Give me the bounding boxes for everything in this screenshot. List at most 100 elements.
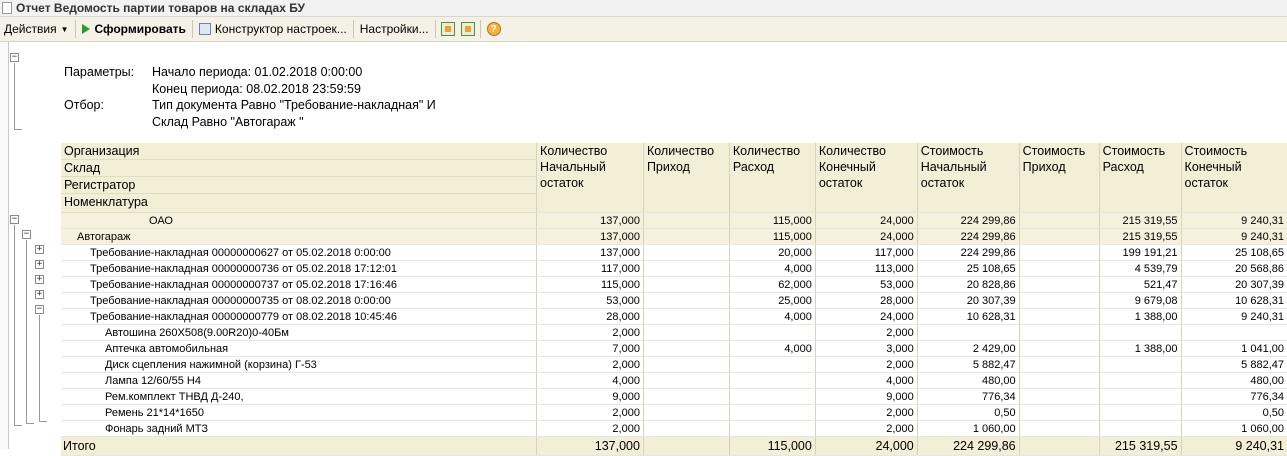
report-table: Организация Количество Начальный остаток… [61,143,1287,456]
cell-qe: 2,000 [815,404,918,421]
filter-label: Отбор: [64,98,104,112]
cell-qi [643,356,730,373]
cell-co [1099,324,1182,341]
group-row[interactable]: Автогараж 137,000 115,000 24,000 224 299,86 2… [61,228,1287,245]
cell-cs: 224 299,86 [917,228,1020,245]
total-ci [1019,436,1100,456]
cell-qs: 28,000 [536,308,644,325]
cell-co [1099,356,1182,373]
cell-cs: 1 060,00 [917,420,1020,437]
cell-qi [643,372,730,389]
cell-qi [643,340,730,357]
row-name: Требование-накладная 00000000737 от 05.0… [61,276,538,293]
window-title: Отчет Ведомость партии товаров на склада… [16,1,306,15]
expand-doc-627-icon[interactable]: + [35,245,44,254]
item-row[interactable]: Фонарь задний МТЗ 2,000 2,000 1 060,00 1 060… [61,420,1287,437]
cell-qs: 7,000 [536,340,644,357]
cell-ci [1019,276,1100,293]
header-cost-start: Стоимость Начальный остаток [917,143,1020,213]
cell-co: 4 539,79 [1099,260,1182,277]
period-start: Начало периода: 01.02.2018 0:00:00 [152,65,363,79]
cell-qi [643,324,730,341]
cell-ci [1019,420,1100,437]
load-settings-icon[interactable] [440,22,455,36]
toolbar-separator [434,20,436,38]
document-row[interactable]: Требование-накладная 00000000627 от 05.0… [61,244,1287,261]
cell-ci [1019,340,1100,357]
play-icon [81,24,90,34]
cell-qi [643,212,730,229]
constructor-icon [198,23,211,35]
cell-qo: 4,000 [729,340,816,357]
total-qs: 137,000 [536,436,644,456]
generate-label: Сформировать [94,22,186,36]
cell-qi [643,228,730,245]
cell-co: 199 191,21 [1099,244,1182,261]
cell-qo: 20,000 [729,244,816,261]
generate-button[interactable]: Сформировать [78,18,190,40]
cell-qi [643,388,730,405]
grouping-tree: − − − + + + + − [8,42,60,449]
cell-ci [1019,372,1100,389]
cell-ce: 776,34 [1181,388,1287,405]
item-row[interactable]: Рем.комплект ТНВД Д-240, 9,000 9,000 776,34… [61,388,1287,405]
collapse-warehouse-icon[interactable]: − [22,230,31,239]
collapse-org-icon[interactable]: − [10,215,19,224]
document-row[interactable]: Требование-накладная 00000000737 от 05.0… [61,276,1287,293]
toolbar-separator [74,20,76,38]
row-name: Рем.комплект ТНВД Д-240, [61,388,538,405]
document-row[interactable]: Требование-накладная 00000000735 от 08.0… [61,292,1287,309]
settings-button[interactable]: Настройки... [356,18,433,40]
item-row[interactable]: Автошина 260Х508(9.00R20)0-40Бм 2,000 2,00… [61,324,1287,341]
cell-ce: 9 240,31 [1181,308,1287,325]
cell-qo: 115,000 [729,228,816,245]
save-settings-icon[interactable] [460,22,475,36]
cell-qe: 3,000 [815,340,918,357]
row-name: Ремень 21*14*1650 [61,404,538,421]
toolbar-separator [191,20,193,38]
actions-menu[interactable]: Действия ▼ [0,18,73,40]
item-row[interactable]: Диск сцепления нажимной (корзина) Г-53 2,… [61,356,1287,373]
expand-doc-736-icon[interactable]: + [35,260,44,269]
header-qty-start: Количество Начальный остаток [536,143,644,213]
cell-qs: 9,000 [536,388,644,405]
expand-doc-735-icon[interactable]: + [35,290,44,299]
cell-qe: 24,000 [815,228,918,245]
row-name: Лампа 12/60/55 Н4 [61,372,538,389]
report-parameters: Параметры: Начало периода: 01.02.2018 0:… [64,64,436,130]
cell-ce: 1 060,00 [1181,420,1287,437]
row-name: Фонарь задний МТЗ [61,420,538,437]
item-row[interactable]: Ремень 21*14*1650 2,000 2,000 0,50 0,50 [61,404,1287,421]
cell-qe: 9,000 [815,388,918,405]
cell-qs: 137,000 [536,212,644,229]
cell-cs: 20 828,86 [917,276,1020,293]
cell-qo: 25,000 [729,292,816,309]
row-name: Автошина 260Х508(9.00R20)0-40Бм [61,324,538,341]
cell-qe: 53,000 [815,276,918,293]
item-row[interactable]: Аптечка автомобильная 7,000 4,000 3,000 2 42… [61,340,1287,357]
collapse-params-icon[interactable]: − [10,53,19,62]
settings-constructor-button[interactable]: Конструктор настроек... [195,18,351,40]
cell-co: 1 388,00 [1099,308,1182,325]
cell-qe: 4,000 [815,372,918,389]
cell-qo: 115,000 [729,212,816,229]
cell-co: 215 319,55 [1099,212,1182,229]
cell-ce: 1 041,00 [1181,340,1287,357]
row-name: Требование-накладная 00000000735 от 08.0… [61,292,538,309]
group-row[interactable]: ОАО 137,000 115,000 24,000 224 299,86 215 319… [61,212,1287,229]
help-icon[interactable]: ? [486,22,501,36]
cell-cs: 25 108,65 [917,260,1020,277]
expand-doc-737-icon[interactable]: + [35,275,44,284]
cell-qo [729,388,816,405]
cell-qs: 117,000 [536,260,644,277]
collapse-doc-779-icon[interactable]: − [35,305,44,314]
cell-ce [1181,324,1287,341]
document-row[interactable]: Требование-накладная 00000000779 от 08.0… [61,308,1287,325]
total-qe: 24,000 [815,436,918,456]
cell-qi [643,244,730,261]
document-row[interactable]: Требование-накладная 00000000736 от 05.0… [61,260,1287,277]
toolbar: Действия ▼ Сформировать Конструктор наст… [0,17,1287,42]
item-row[interactable]: Лампа 12/60/55 Н4 4,000 4,000 480,00 480,00 [61,372,1287,389]
cell-ci [1019,244,1100,261]
cell-qe: 2,000 [815,324,918,341]
